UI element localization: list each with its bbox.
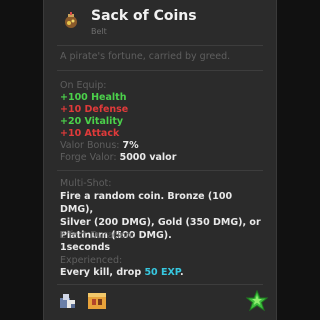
description-divider — [57, 70, 263, 71]
ability-name: Multi-Shot: — [60, 178, 112, 189]
equip-divider — [57, 170, 263, 171]
forge-valor-row: Forge Valor: 5000 valor — [60, 152, 176, 164]
class-scroll-icon — [88, 293, 106, 309]
item-name: Sack of Coins — [91, 8, 197, 24]
header-divider — [57, 45, 263, 46]
stat-vitality: +20 Vitality — [60, 116, 124, 127]
duration-label: Effect Duration: — [60, 230, 135, 241]
forge-valor-label: Forge Valor: — [60, 152, 117, 163]
tooltip-header: Sack of Coins Belt — [44, 0, 276, 45]
experienced-suffix: . — [180, 267, 184, 278]
item-tooltip: Sack of Coins Belt A pirate's fortune, c… — [43, 0, 277, 320]
stat-attack: +10 Attack — [60, 128, 120, 139]
on-equip-heading: On Equip: — [60, 80, 107, 91]
duration-value: 1seconds — [60, 242, 111, 253]
stat-defense: +10 Defense — [60, 104, 129, 115]
ability-line-2: Silver (200 DMG), Gold (350 DMG), or — [60, 217, 261, 228]
item-slot: Belt — [91, 27, 107, 36]
valor-bonus-row: Valor Bonus: 7% — [60, 140, 139, 152]
item-description: A pirate's fortune, carried by greed. — [60, 51, 231, 62]
valor-bonus-label: Valor Bonus: — [60, 140, 120, 151]
ability-line-1: Fire a random coin. Bronze (100 DMG), — [60, 191, 233, 215]
star-rank-icon — [246, 290, 268, 312]
experienced-label: Experienced: — [60, 255, 123, 266]
forge-valor-value: 5000 valor — [119, 152, 177, 163]
footer-divider — [57, 284, 263, 285]
experienced-value: 50 EXP — [144, 267, 180, 278]
stat-health: +100 Health — [60, 92, 127, 103]
valor-bonus-value: 7% — [122, 140, 139, 151]
screen: Sack of Coins Belt A pirate's fortune, c… — [0, 0, 320, 320]
experienced-row: Every kill, drop 50 EXP. — [60, 267, 184, 279]
experienced-prefix: Every kill, drop — [60, 267, 145, 278]
soulbound-icon — [60, 294, 75, 308]
coin-sack-icon — [65, 12, 77, 28]
